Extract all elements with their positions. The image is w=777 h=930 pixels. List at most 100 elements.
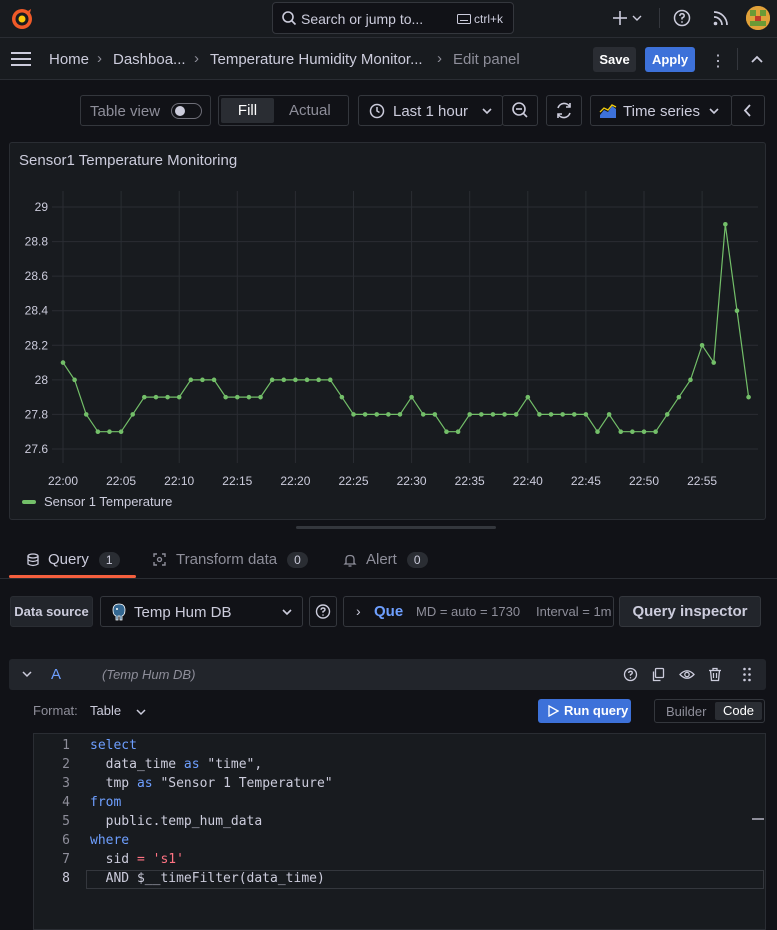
table-view-toggle[interactable]: Table view [80,95,211,126]
data-point [664,412,670,417]
code-line: tmp as "Sensor 1 Temperature" [90,776,333,791]
data-point [246,394,252,400]
format-select[interactable]: Table [90,703,121,718]
time-series-chart: 27.6 27.8 28 28.2 28.4 28.6 28.8 29 22:00 22:05 22… [25,191,758,488]
data-point [165,394,170,400]
tab-query-count: 1 [98,551,120,568]
eye-icon[interactable] [679,667,695,682]
data-source-label: Data source [10,596,93,627]
news-feed-icon[interactable] [712,9,730,27]
data-point [595,429,600,435]
data-point [200,377,205,383]
x-tick-label: 22:05 [106,474,136,488]
save-button[interactable]: Save [593,47,636,72]
data-point [409,394,414,400]
chevron-up-icon[interactable] [750,52,764,66]
fill-actual-switch: Fill Actual [218,95,349,126]
code-line: AND $__timeFilter(data_time) [90,871,325,886]
chevron-left-icon [743,104,751,117]
query-inspector-button[interactable]: Query inspector [619,596,761,627]
more-options-icon[interactable]: ⋮ [710,51,726,71]
data-point [362,412,368,417]
toggle-switch[interactable] [171,103,202,119]
menu-icon[interactable] [10,51,32,67]
interval: Interval = 1m [536,604,612,619]
run-query-button[interactable]: Run query [538,699,631,723]
visualization-picker[interactable]: Time series [590,95,732,126]
fill-option[interactable]: Fill [221,98,274,123]
query-options[interactable]: › Que MD = auto = 1730 Interval = 1m [343,596,614,627]
grafana-logo-icon[interactable] [10,7,34,31]
breadcrumb-dashboards[interactable]: Dashboa... [113,51,186,68]
data-point [153,394,159,400]
help-icon [315,604,331,619]
data-point [502,412,507,417]
add-new-plus-icon[interactable] [612,8,646,28]
breadcrumb-dashboard[interactable]: Temperature Humidity Monitor... [210,51,423,68]
legend-label: Sensor 1 Temperature [44,494,173,509]
data-point [188,377,194,383]
help-icon[interactable] [623,667,638,682]
data-point [304,377,310,383]
time-range-picker[interactable]: Last 1 hour [358,95,503,126]
tab-alert[interactable]: Alert 0 [343,551,428,568]
chevron-down-icon [282,609,292,616]
chevron-down-icon[interactable] [135,706,147,718]
query-ref-id[interactable]: A [51,666,61,683]
help-icon[interactable] [673,9,691,27]
x-tick-label: 22:25 [338,474,368,488]
line-number: 4 [62,795,70,810]
tab-query-label: Query [48,551,89,568]
builder-mode-option[interactable]: Builder [666,704,706,719]
drag-handle-icon[interactable] [742,667,752,682]
sql-code-editor[interactable]: 1 2 3 4 5 6 7 8 select data_time as "tim… [33,733,766,930]
refresh-icon [557,102,571,119]
data-point [688,377,693,383]
toggle-options-pane-button[interactable] [731,95,765,126]
trash-icon[interactable] [708,667,722,682]
time-range-label: Last 1 hour [393,103,469,120]
pane-resize-handle[interactable] [296,526,496,529]
line-number: 2 [62,757,70,772]
search-placeholder: Search or jump to... [301,11,424,27]
data-point [269,377,275,383]
data-point [630,429,635,435]
data-point [211,377,217,383]
search-icon [282,11,297,26]
zoom-out-button[interactable] [502,95,538,126]
user-avatar[interactable] [746,6,770,30]
avatar-image [746,6,770,30]
code-line: public.temp_hum_data [90,814,263,829]
y-tick-label: 27.8 [25,407,49,421]
data-point [142,394,147,400]
code-mode-option[interactable]: Code [715,702,762,720]
chevron-down-icon [709,108,719,115]
table-view-label: Table view [90,103,161,120]
breadcrumb-home[interactable]: Home [49,51,89,68]
code-line: where [90,833,129,848]
sql-text: tmp [90,776,137,791]
apply-button[interactable]: Apply [645,47,695,72]
tab-transform-data[interactable]: Transform data 0 [152,551,308,568]
data-point [60,360,66,365]
actual-option[interactable]: Actual [289,102,331,119]
format-label: Format: [33,703,78,718]
data-point [327,377,333,383]
chart-legend[interactable]: Sensor 1 Temperature [22,494,172,509]
data-point [374,412,380,417]
duplicate-icon[interactable] [651,667,666,682]
play-icon [548,705,559,717]
x-tick-label: 22:20 [280,474,310,488]
data-source-help-button[interactable] [309,596,337,627]
refresh-button[interactable] [546,95,582,126]
data-source-select[interactable]: Temp Hum DB [100,596,303,627]
data-point [386,412,391,417]
tab-query[interactable]: Query 1 [26,551,120,568]
zoom-out-icon [512,102,528,118]
data-point [467,412,473,417]
search-input[interactable]: Search or jump to... ctrl+k [272,2,514,34]
chevron-down-icon[interactable] [21,667,33,681]
data-point [571,412,577,417]
query-row-header[interactable]: A (Temp Hum DB) [9,659,766,690]
x-tick-label: 22:40 [513,474,543,488]
